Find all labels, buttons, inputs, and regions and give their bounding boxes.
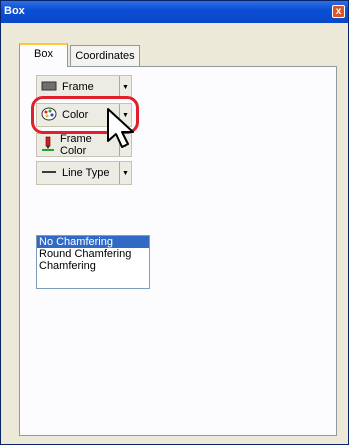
list-item-no-chamfering[interactable]: No Chamfering (37, 236, 149, 248)
pen-icon (41, 136, 55, 155)
frame-button-main[interactable]: Frame (37, 76, 119, 98)
list-item-chamfering[interactable]: Chamfering (37, 260, 149, 272)
box-window: Box x Box Coordinates Frame ▼ Color ▼ Fr… (0, 0, 349, 445)
tab-box[interactable]: Box (19, 43, 68, 67)
line-icon (41, 167, 57, 180)
line-type-button-main[interactable]: Line Type (37, 162, 119, 184)
frame-label: Frame (62, 81, 94, 93)
box-tab-panel: Frame ▼ Color ▼ Frame Color Line Type ▼ … (19, 66, 337, 436)
line-type-dropdown-arrow[interactable]: ▼ (119, 162, 131, 184)
list-item-round-chamfering[interactable]: Round Chamfering (37, 248, 149, 260)
line-type-label: Line Type (62, 167, 110, 179)
close-button[interactable]: x (332, 5, 345, 18)
frame-dropdown-arrow[interactable]: ▼ (119, 76, 131, 98)
mouse-cursor-icon (106, 107, 140, 152)
chamfer-listbox[interactable]: No Chamfering Round Chamfering Chamferin… (36, 235, 150, 289)
dropdown-arrow-icon: ▼ (122, 83, 129, 91)
close-icon: x (335, 6, 342, 17)
dropdown-arrow-icon: ▼ (122, 169, 129, 177)
tab-coordinates[interactable]: Coordinates (70, 45, 140, 67)
frame-swatch-icon (41, 80, 57, 95)
line-type-button[interactable]: Line Type ▼ (36, 161, 132, 185)
title-bar[interactable]: Box x (1, 1, 348, 23)
window-title: Box (4, 5, 25, 17)
